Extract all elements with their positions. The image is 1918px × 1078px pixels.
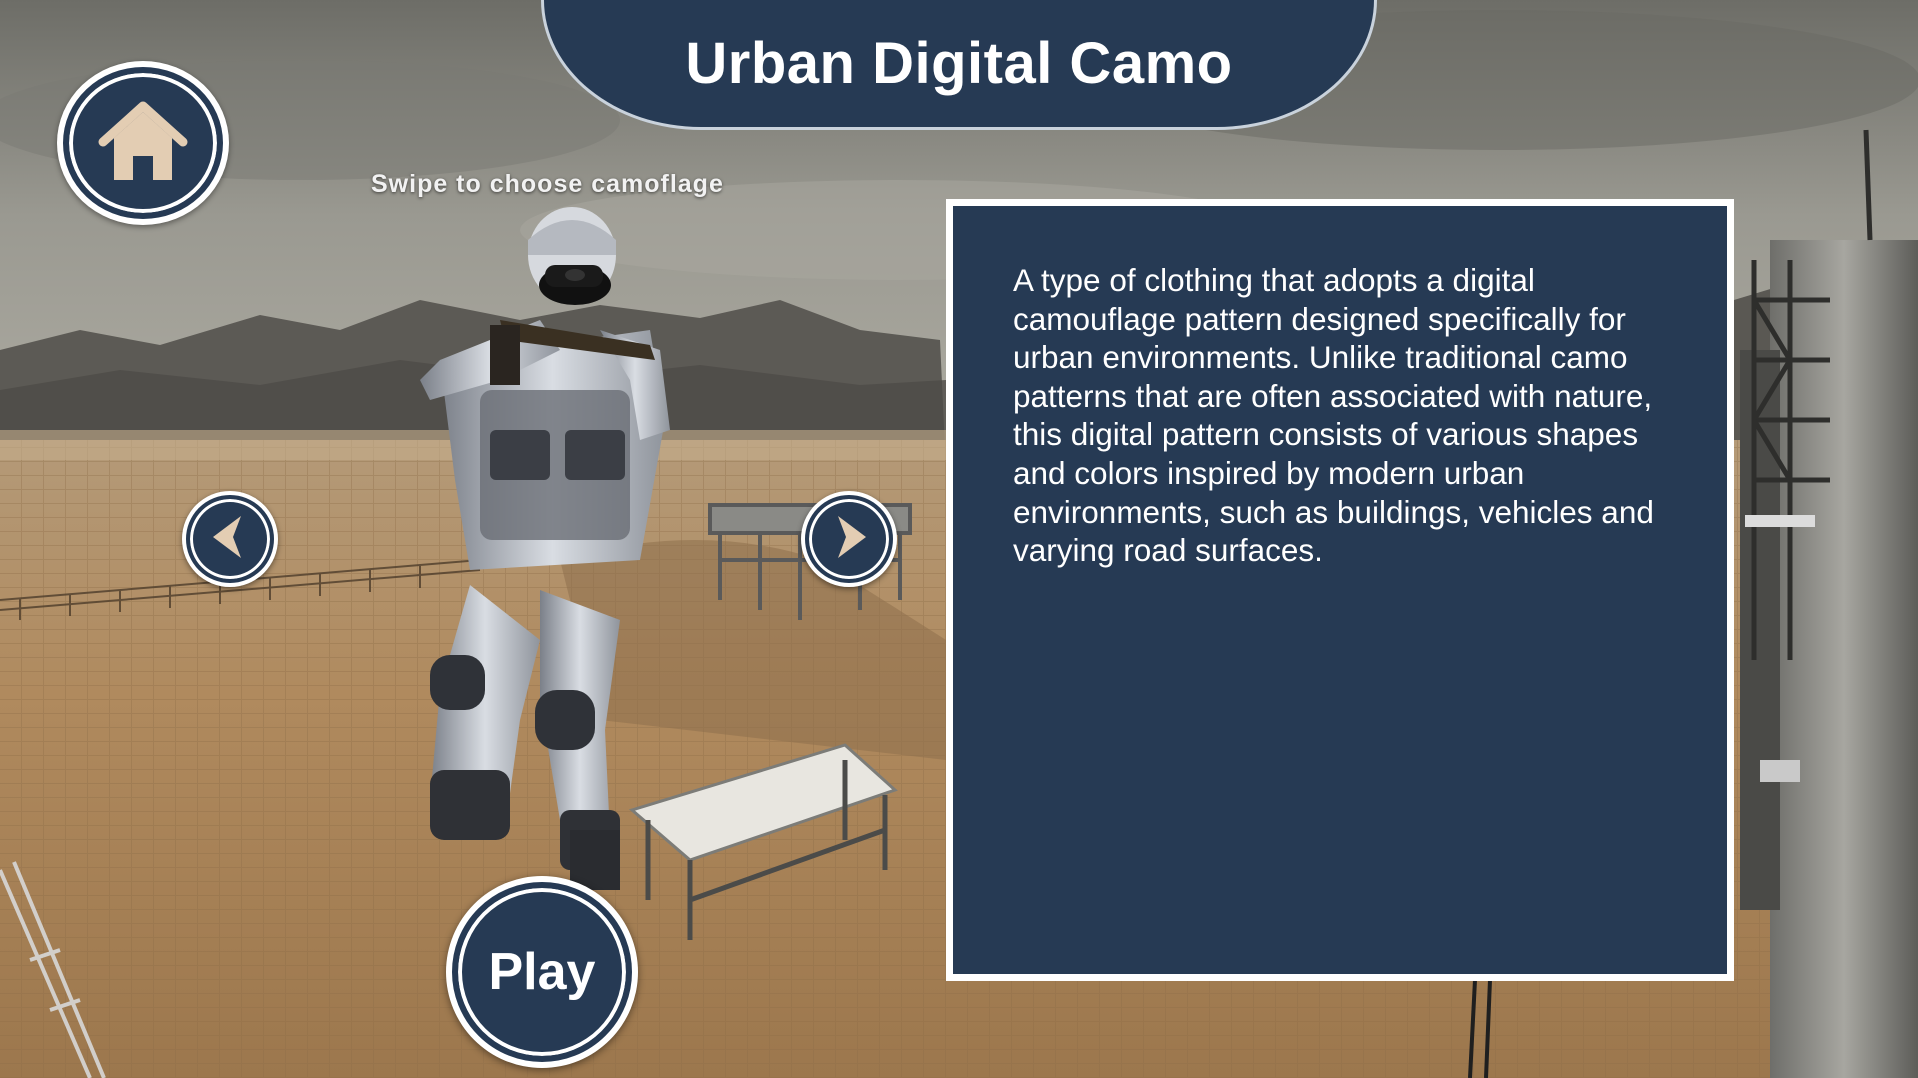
play-button-label: Play (488, 943, 596, 1001)
chevron-left-icon (205, 512, 255, 567)
camo-description-panel: A type of clothing that adopts a digital… (946, 199, 1734, 981)
swipe-hint: Swipe to choose camoflage (371, 170, 724, 198)
chevron-right-icon (824, 512, 874, 567)
previous-camo-button[interactable] (182, 491, 278, 587)
title-banner: Urban Digital Camo (541, 0, 1377, 130)
next-camo-button[interactable] (801, 491, 897, 587)
game-screen: Urban Digital Camo Swipe to choose camof… (0, 0, 1918, 1078)
home-button[interactable] (57, 61, 229, 225)
play-button[interactable]: Play (446, 876, 638, 1068)
home-icon (98, 98, 188, 189)
home-button-face (63, 67, 223, 219)
play-button-face: Play (452, 882, 632, 1062)
next-camo-button-face (805, 495, 893, 583)
previous-camo-button-face (186, 495, 274, 583)
camo-description-text: A type of clothing that adopts a digital… (1013, 262, 1654, 569)
page-title: Urban Digital Camo (685, 31, 1233, 96)
